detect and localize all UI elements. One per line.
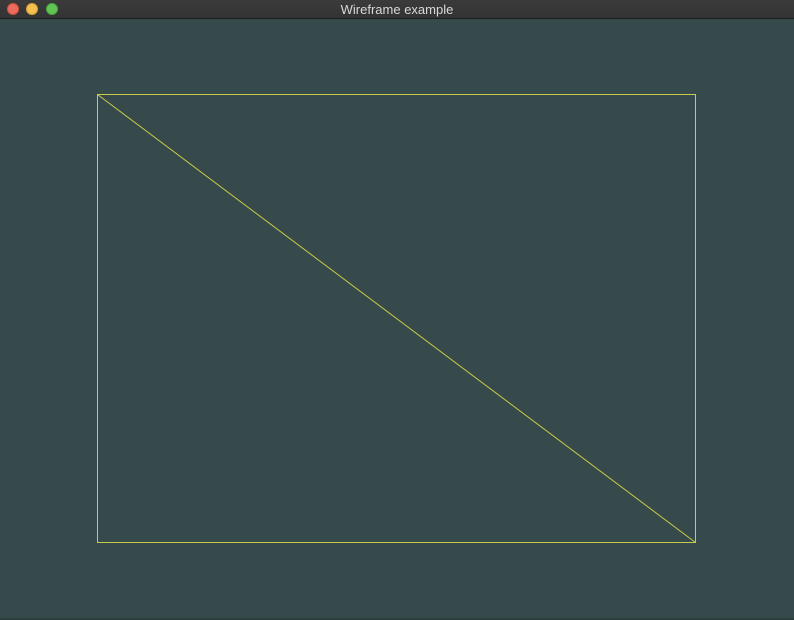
window-title: Wireframe example <box>340 2 454 17</box>
wireframe-diagonal <box>97 94 696 543</box>
wireframe-canvas <box>97 94 696 543</box>
title-bar[interactable]: Wireframe example <box>0 0 794 19</box>
app-window: Wireframe example <box>0 0 794 620</box>
